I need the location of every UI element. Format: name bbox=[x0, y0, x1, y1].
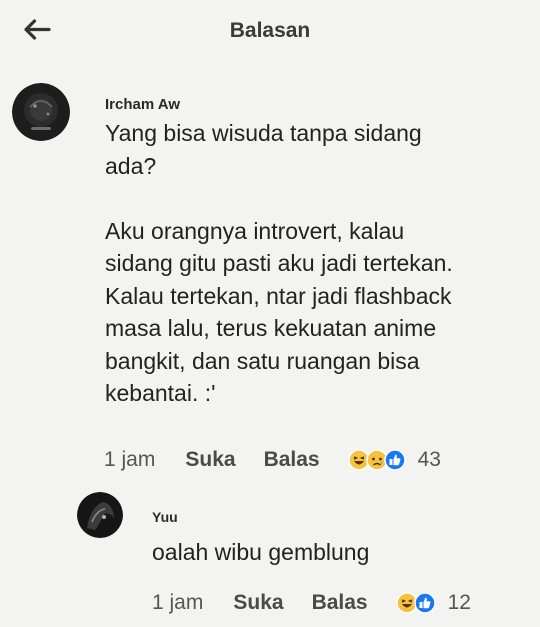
profile-photo bbox=[12, 83, 70, 141]
reply-button[interactable]: Balas bbox=[312, 591, 368, 615]
reply-actions: 1 jam Suka Balas 12 bbox=[152, 591, 471, 615]
comment-author[interactable]: Ircham Aw bbox=[105, 96, 180, 113]
like-icon bbox=[413, 592, 436, 614]
page-title: Balasan bbox=[229, 19, 311, 42]
reply-author[interactable]: Yuu bbox=[152, 509, 178, 525]
like-button[interactable]: Suka bbox=[233, 591, 283, 615]
reaction-count[interactable]: 43 bbox=[418, 448, 441, 472]
avatar[interactable] bbox=[12, 83, 70, 141]
avatar[interactable] bbox=[77, 492, 123, 538]
reply-button[interactable]: Balas bbox=[264, 448, 320, 472]
reply-timestamp[interactable]: 1 jam bbox=[152, 591, 203, 615]
comment-actions: 1 jam Suka Balas 43 bbox=[104, 448, 441, 472]
comment-timestamp[interactable]: 1 jam bbox=[104, 448, 155, 472]
like-icon bbox=[383, 449, 406, 471]
reaction-summary[interactable] bbox=[395, 592, 436, 614]
comment-text: Yang bisa wisuda tanpa sidang ada? Aku o… bbox=[105, 120, 453, 406]
header: Balasan bbox=[0, 0, 540, 64]
reaction-count[interactable]: 12 bbox=[448, 591, 471, 615]
reaction-summary[interactable] bbox=[347, 449, 406, 471]
like-button[interactable]: Suka bbox=[185, 448, 235, 472]
profile-photo bbox=[77, 492, 123, 538]
reply-text: oalah wibu gemblung bbox=[152, 539, 370, 565]
